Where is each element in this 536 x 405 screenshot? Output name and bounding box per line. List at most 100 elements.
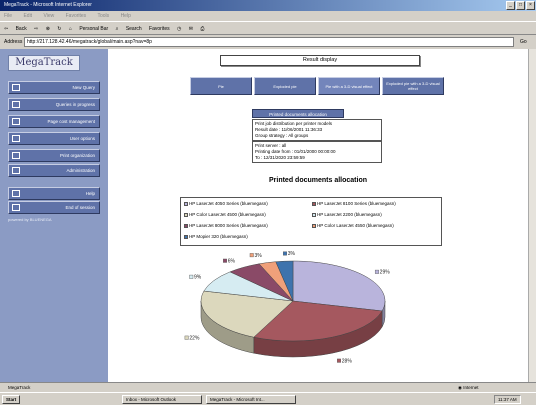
sidebar-item-new-query[interactable]: New Query <box>8 81 100 94</box>
search-icon[interactable]: ⌕ <box>116 26 119 32</box>
close-button[interactable]: × <box>526 1 535 10</box>
exploded-pie-button[interactable]: Exploded pie <box>254 77 316 95</box>
logo: MegaTrack <box>8 55 80 71</box>
task-outlook[interactable]: Inbox - Microsoft Outlook <box>122 395 202 404</box>
pie-label-text: 29% <box>380 270 391 276</box>
legend-item: HP Mopier 320 (bluemegasn) <box>184 234 248 240</box>
sidebar-item-label: User options <box>69 136 95 141</box>
menu-help[interactable]: Help <box>121 13 131 19</box>
info-box-query: Print job distribution per printer model… <box>252 119 382 141</box>
sidebar-item-print-organization[interactable]: Print organization <box>8 149 100 162</box>
forward-icon[interactable]: ⇨ <box>34 26 38 32</box>
info-heading: Printed documents allocation <box>252 109 344 118</box>
info-box-filters: Print server : all Printing date from : … <box>252 141 382 163</box>
home-icon[interactable]: ⌂ <box>69 26 72 32</box>
address-label: Address <box>4 39 23 45</box>
powered-by: powered by BLUENEGA <box>8 217 52 222</box>
sidebar-item-label: New Query <box>72 85 95 90</box>
menu-file[interactable]: File <box>4 13 12 19</box>
menu-edit[interactable]: Edit <box>23 13 32 19</box>
personal-bar-button[interactable]: Personal Bar <box>79 26 108 32</box>
pie-label-swatch <box>374 269 379 274</box>
legend-swatch <box>184 223 188 228</box>
exploded-pie-3d-button[interactable]: Exploded pie with a 3-D visual effect <box>382 77 444 95</box>
menu-view[interactable]: View <box>43 13 54 19</box>
toolbar: ⇦ Back ⇨ ⊗ ↻ ⌂ Personal Bar ⌕ Search Fav… <box>0 21 536 35</box>
stop-icon[interactable]: ⊗ <box>46 26 50 32</box>
favorites-button[interactable]: Favorites <box>149 26 170 32</box>
back-button[interactable]: Back <box>16 26 27 32</box>
chart-legend: HP LaserJet 4050 Series (bluemegasn) HP … <box>180 197 442 246</box>
legend-swatch <box>312 223 316 228</box>
address-input[interactable]: http://217.128.42.46/megatrack/global/ma… <box>24 37 514 47</box>
pie-label-swatch <box>283 251 287 256</box>
back-icon[interactable]: ⇦ <box>4 26 8 32</box>
pie-label-text: 3% <box>254 253 262 259</box>
page-cost-icon <box>12 118 20 125</box>
sidebar-item-help[interactable]: Help <box>8 187 100 200</box>
pie-data-label: 3% <box>283 251 295 257</box>
sidebar-item-user-options[interactable]: User options <box>8 132 100 145</box>
refresh-icon[interactable]: ↻ <box>57 26 61 32</box>
sidebar-item-label: End of session <box>65 205 95 210</box>
pie-3d-button[interactable]: Pie with a 3-D visual effect <box>318 77 380 95</box>
minimize-button[interactable]: _ <box>506 1 515 10</box>
search-button[interactable]: Search <box>126 26 142 32</box>
print-icon[interactable]: ⎙ <box>200 26 204 32</box>
legend-label: HP Color LaserJet 4500 (bluemegasn) <box>189 212 266 217</box>
pie-label-swatch <box>223 258 227 263</box>
pie-data-label: 28% <box>337 358 352 364</box>
legend-item: HP LaserJet 8000 Series (bluemegasn) <box>184 223 268 229</box>
page-content: MegaTrack New Query Queries in progress … <box>0 49 528 382</box>
pie-label-text: 28% <box>342 358 353 364</box>
chart-title: Printed documents allocation <box>268 177 367 184</box>
sidebar-item-label: Administration <box>66 168 95 173</box>
task-megatrack[interactable]: MegaTrack - Microsoft Int... <box>206 395 296 404</box>
pie-label-text: 3% <box>288 251 296 257</box>
pie-button[interactable]: Pie <box>190 77 252 95</box>
pie-label-text: 9% <box>194 275 202 281</box>
result-display-title: Result display <box>220 55 420 66</box>
address-bar: Address http://217.128.42.46/megatrack/g… <box>0 35 536 49</box>
legend-swatch <box>312 212 316 217</box>
legend-label: HP Mopier 320 (bluemegasn) <box>189 234 248 239</box>
pie-label-swatch <box>337 358 341 363</box>
legend-label: HP LaserJet 2200 (bluemegasn) <box>317 212 382 217</box>
legend-label: HP LaserJet 4050 Series (bluemegasn) <box>189 201 268 206</box>
legend-label: HP LaserJet 8000 Series (bluemegasn) <box>189 223 268 228</box>
legend-item: HP Color LaserJet 4550 (bluemegasn) <box>312 223 394 229</box>
sidebar-item-label: Page cost management <box>47 119 95 124</box>
sidebar: MegaTrack New Query Queries in progress … <box>0 49 108 382</box>
mail-icon[interactable]: ✉ <box>189 26 193 32</box>
taskbar: Start Inbox - Microsoft Outlook MegaTrac… <box>0 392 536 405</box>
pie-data-label: 22% <box>184 335 200 341</box>
vertical-scrollbar[interactable] <box>528 49 536 382</box>
sidebar-item-administration[interactable]: Administration <box>8 164 100 177</box>
help-icon <box>12 190 20 197</box>
end-session-icon <box>12 204 20 211</box>
menu-tools[interactable]: Tools <box>97 13 109 19</box>
legend-swatch <box>184 201 188 206</box>
pie-label-swatch <box>189 274 194 279</box>
queries-icon <box>12 101 20 108</box>
legend-swatch <box>184 212 188 217</box>
sidebar-item-label: Queries in progress <box>55 102 95 107</box>
sidebar-item-end-of-session[interactable]: End of session <box>8 201 100 214</box>
history-icon[interactable]: ◷ <box>177 26 181 32</box>
pie-data-label: 3% <box>249 253 262 259</box>
user-options-icon <box>12 135 20 142</box>
status-text: MegaTrack <box>8 385 31 390</box>
legend-item: HP LaserJet 2200 (bluemegasn) <box>312 212 382 218</box>
legend-label: HP Color LaserJet 4550 (bluemegasn) <box>317 223 394 228</box>
maximize-button[interactable]: □ <box>516 1 525 10</box>
pie-data-label: 29% <box>374 269 391 276</box>
sidebar-item-queries-in-progress[interactable]: Queries in progress <box>8 98 100 111</box>
start-button[interactable]: Start <box>2 395 21 404</box>
legend-item: HP Color LaserJet 4500 (bluemegasn) <box>184 212 266 218</box>
pie-label-text: 22% <box>189 335 200 341</box>
sidebar-item-page-cost[interactable]: Page cost management <box>8 115 100 128</box>
go-button[interactable]: Go <box>520 35 527 49</box>
menu-favorites[interactable]: Favorites <box>66 13 87 19</box>
status-bar: MegaTrack ◉ Internet <box>0 382 536 392</box>
clock: 11:37 AM <box>494 395 521 404</box>
